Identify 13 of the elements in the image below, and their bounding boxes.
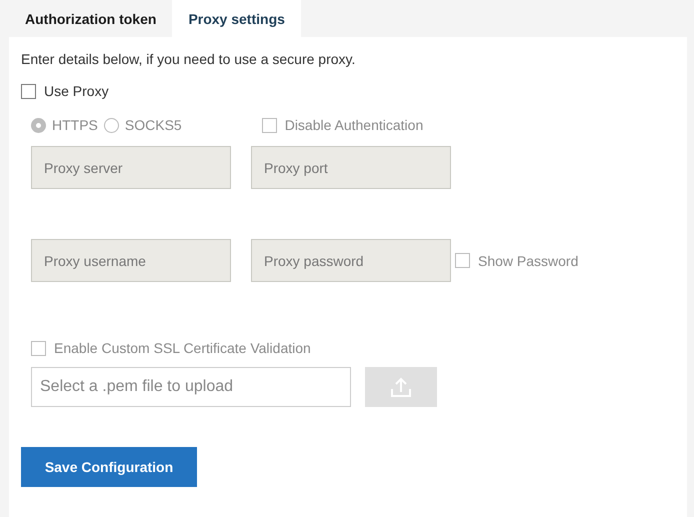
disable-auth-label: Disable Authentication <box>284 117 424 133</box>
ssl-label: Enable Custom SSL Certificate Validation <box>54 340 311 356</box>
upload-icon <box>390 376 412 398</box>
checkbox[interactable] <box>21 84 36 98</box>
file-field[interactable]: Select a .pem file to upload <box>31 367 351 407</box>
save-button[interactable]: Save Configuration <box>21 447 197 487</box>
intro-text: Enter details below, if you need to use a secure proxy. <box>21 51 356 67</box>
protocol-label: HTTPS <box>52 117 98 133</box>
tab[interactable]: Proxy settings <box>172 0 301 37</box>
use-proxy-label: Use Proxy <box>44 83 109 99</box>
show-password-label: Show Password <box>478 252 578 268</box>
protocol-label: SOCKS5 <box>124 117 182 133</box>
tab[interactable]: Authorization token <box>9 0 172 37</box>
